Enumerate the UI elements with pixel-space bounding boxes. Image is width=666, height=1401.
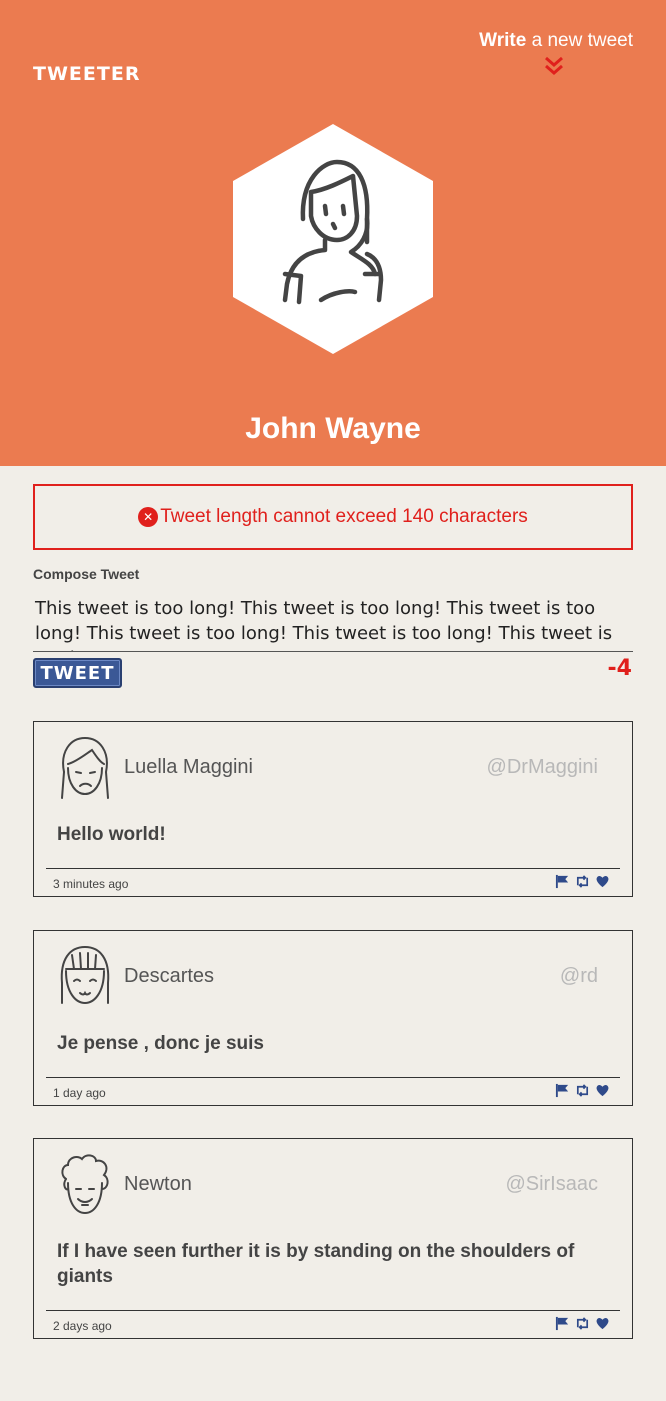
error-message-box: ✕ Tweet length cannot exceed 140 charact… <box>33 484 633 550</box>
write-new-tweet-link[interactable]: Write a new tweet <box>479 30 633 52</box>
tweet-footer: 2 days ago <box>46 1310 620 1338</box>
retweet-icon[interactable] <box>575 1316 590 1331</box>
character-counter: -4 <box>607 656 632 681</box>
tweet-author-handle[interactable]: @SirIsaac <box>505 1173 598 1196</box>
tweet-timestamp: 2 days ago <box>53 1319 112 1333</box>
tweet-card: Descartes @rd Je pense , donc je suis 1 … <box>33 930 633 1106</box>
tweet-author-name[interactable]: Luella Maggini <box>124 756 253 779</box>
tweet-author-name[interactable]: Descartes <box>124 965 214 988</box>
tweet-card: Luella Maggini @DrMaggini Hello world! 3… <box>33 721 633 897</box>
tweet-author-handle[interactable]: @rd <box>560 965 598 988</box>
flag-icon[interactable] <box>555 1316 570 1331</box>
tweet-timestamp: 1 day ago <box>53 1086 106 1100</box>
heart-icon[interactable] <box>595 874 610 889</box>
compose-tweet-input[interactable]: This tweet is too long! This tweet is to… <box>33 596 633 652</box>
double-chevron-down-icon[interactable] <box>544 55 564 77</box>
retweet-icon[interactable] <box>575 874 590 889</box>
compose-label: Compose Tweet <box>33 566 140 582</box>
retweet-icon[interactable] <box>575 1083 590 1098</box>
heart-icon[interactable] <box>595 1083 610 1098</box>
tweet-content: Hello world! <box>57 824 166 845</box>
user-avatar <box>233 124 433 354</box>
write-link-bold: Write <box>479 30 527 51</box>
error-message-text: Tweet length cannot exceed 140 character… <box>160 506 528 527</box>
tweet-avatar <box>61 736 109 799</box>
profile-header: TWEETER Write a new tweet John Wayne <box>0 0 666 466</box>
flag-icon[interactable] <box>555 874 570 889</box>
tweet-content: Je pense , donc je suis <box>57 1033 264 1054</box>
tweet-author-handle[interactable]: @DrMaggini <box>487 756 598 779</box>
flag-icon[interactable] <box>555 1083 570 1098</box>
tweet-content: If I have seen further it is by standing… <box>57 1241 575 1287</box>
app-logo[interactable]: TWEETER <box>33 63 140 85</box>
tweet-card: Newton @SirIsaac If I have seen further … <box>33 1138 633 1339</box>
tweet-actions <box>555 874 610 889</box>
x-circle-icon: ✕ <box>138 507 159 527</box>
tweet-actions <box>555 1083 610 1098</box>
heart-icon[interactable] <box>595 1316 610 1331</box>
write-link-rest: a new tweet <box>526 30 633 51</box>
tweet-footer: 3 minutes ago <box>46 868 620 896</box>
tweet-avatar <box>61 1154 109 1215</box>
tweet-actions <box>555 1316 610 1331</box>
tweet-timestamp: 3 minutes ago <box>53 877 129 891</box>
user-name: John Wayne <box>245 412 421 445</box>
tweet-avatar <box>60 945 110 1005</box>
tweet-footer: 1 day ago <box>46 1077 620 1105</box>
tweet-author-name[interactable]: Newton <box>124 1173 192 1196</box>
tweet-submit-button[interactable]: TWEET <box>33 658 122 688</box>
